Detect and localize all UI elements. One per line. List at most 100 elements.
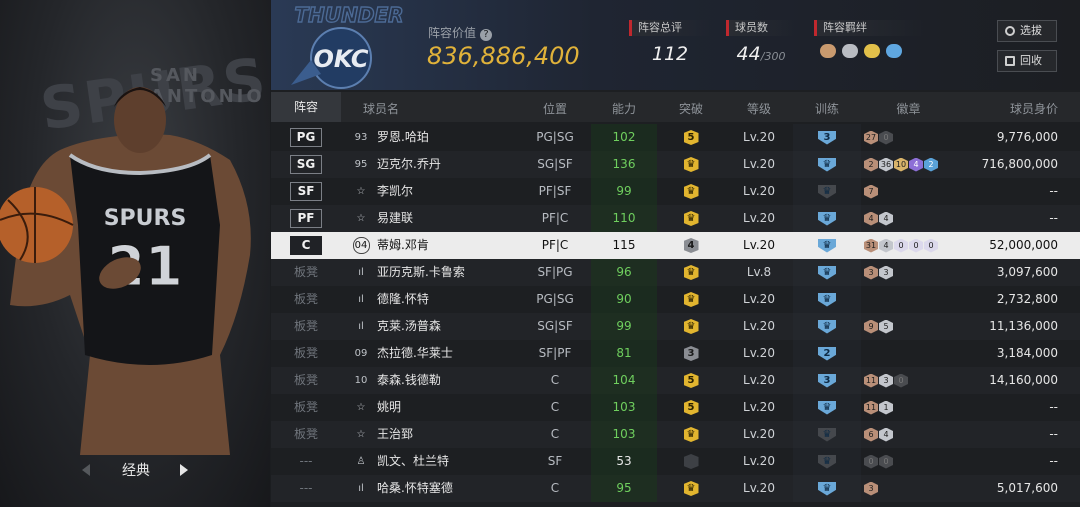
player-level: Lv.20 [743, 319, 775, 333]
player-style-nav: 经典 [0, 455, 270, 485]
table-row[interactable]: PF ☆ 易建联 PF|C 110 ♛ Lv.20 ♛ 4 4 -- [271, 205, 1080, 232]
breakthrough-cell[interactable]: ♛ [657, 205, 725, 232]
previous-arrow-icon[interactable] [82, 464, 90, 476]
col-breakthrough[interactable]: 突破 [657, 100, 725, 117]
breakthrough-cell[interactable]: ♛ [657, 286, 725, 313]
bond-icon[interactable] [864, 44, 880, 58]
breakthrough-cell[interactable]: ♛ [657, 421, 725, 448]
training-cell[interactable]: ♛ [793, 394, 861, 421]
breakthrough-cell[interactable]: ♛ [657, 178, 725, 205]
lineup-slot[interactable]: SF [271, 178, 341, 205]
lineup-slot[interactable]: 板凳 [271, 340, 341, 367]
bond-icon[interactable] [886, 44, 902, 58]
select-button[interactable]: 选拔 [997, 20, 1057, 42]
col-training[interactable]: 训练 [793, 100, 861, 117]
table-row[interactable]: 板凳 10 泰森.钱德勒 C 104 5 Lv.20 3 11 3 0 14,160,000 [271, 367, 1080, 394]
bond-icons[interactable] [814, 44, 924, 58]
col-value[interactable]: 球员身价 [991, 100, 1058, 117]
badges-cell[interactable]: 64 [861, 421, 956, 448]
player-value: 52,000,000 [989, 238, 1058, 252]
badges-cell[interactable]: 95 [861, 313, 956, 340]
breakthrough-cell[interactable]: 5 [657, 124, 725, 151]
lineup-slot[interactable]: 板凳 [271, 367, 341, 394]
lineup-slot[interactable]: 板凳 [271, 313, 341, 340]
player-value: -- [1049, 400, 1058, 414]
badges-cell[interactable]: 31 4 0 0 0 [861, 232, 956, 259]
col-position[interactable]: 位置 [521, 100, 589, 117]
training-cell[interactable]: ♛ [793, 448, 861, 475]
breakthrough-icon: ♛ [683, 184, 699, 199]
breakthrough-cell[interactable]: ♛ [657, 313, 725, 340]
training-cell[interactable]: 3 [793, 124, 861, 151]
badges-cell[interactable]: 27 0 [861, 124, 956, 151]
badges-cell[interactable] [861, 340, 956, 367]
col-badges[interactable]: 徽章 [861, 100, 956, 117]
col-lineup[interactable]: 阵容 [271, 92, 341, 122]
col-level[interactable]: 等级 [725, 100, 793, 117]
player-level: Lv.20 [743, 481, 775, 495]
training-cell[interactable]: ♛ [793, 205, 861, 232]
badges-cell[interactable]: 3 [861, 475, 956, 502]
lineup-slot[interactable]: SG [271, 151, 341, 178]
table-row[interactable]: SF ☆ 李凯尔 PF|SF 99 ♛ Lv.20 ♛ 7 -- [271, 178, 1080, 205]
table-row[interactable]: 板凳 09 杰拉德.华莱士 SF|PF 81 3 Lv.20 2 3,184,000 [271, 340, 1080, 367]
badges-cell[interactable]: 11 1 [861, 394, 956, 421]
bond-icon[interactable] [842, 44, 858, 58]
lineup-slot[interactable]: 板凳 [271, 421, 341, 448]
table-row[interactable]: 板凳 ıl 亚历克斯.卡鲁索 SF|PG 96 ♛ Lv.8 ♛ 3 3 3,097,600 [271, 259, 1080, 286]
col-name[interactable]: 球员名 [351, 100, 411, 117]
badges-cell[interactable]: 11 3 0 [861, 367, 956, 394]
training-cell[interactable]: 2 [793, 340, 861, 367]
breakthrough-cell[interactable]: 4 [657, 232, 725, 259]
lineup-slot[interactable]: PF [271, 205, 341, 232]
table-row[interactable]: 板凳 ıl 克莱.汤普森 SG|SF 99 ♛ Lv.20 ♛ 9 5 11,136,000 [271, 313, 1080, 340]
col-ability[interactable]: 能力 [591, 100, 657, 117]
lineup-slot[interactable]: --- [271, 448, 341, 475]
lineup-slot[interactable]: C [271, 232, 341, 259]
lineup-slot[interactable]: PG [271, 124, 341, 151]
training-cell[interactable]: ♛ [793, 151, 861, 178]
bond-icon[interactable] [820, 44, 836, 58]
badges-cell[interactable]: 33 [861, 259, 956, 286]
lineup-slot[interactable]: --- [271, 475, 341, 502]
lineup-value-label: 阵容价值? [428, 24, 493, 41]
player-number-icon: 93 [354, 131, 368, 143]
table-row[interactable]: C 04 蒂姆.邓肯 PF|C 115 4 Lv.20 ♛ 31 4 0 0 0 52,000,000 [271, 232, 1080, 259]
breakthrough-cell[interactable]: ♛ [657, 259, 725, 286]
lineup-slot[interactable]: 板凳 [271, 286, 341, 313]
next-arrow-icon[interactable] [180, 464, 188, 476]
training-cell[interactable]: ♛ [793, 259, 861, 286]
table-row[interactable]: --- ♙ 凯文、杜兰特 SF 53- Lv.20 ♛ 0 0 -- [271, 448, 1080, 475]
lineup-slot[interactable]: 板凳 [271, 394, 341, 421]
badges-cell[interactable] [861, 286, 956, 313]
training-cell[interactable]: ♛ [793, 421, 861, 448]
table-row[interactable]: PG 93 罗恩.哈珀 PG|SG 102 5 Lv.20 3 27 0 9,776,000 [271, 124, 1080, 151]
badges-cell[interactable]: 2 36 10 4 2 [861, 151, 956, 178]
table-row[interactable]: SG 95 迈克尔.乔丹 SG|SF 136 ♛ Lv.20 ♛ 2 36 10 4 2 716,800,… [271, 151, 1080, 178]
breakthrough-cell[interactable]: - [657, 448, 725, 475]
badges-cell[interactable]: 44 [861, 205, 956, 232]
breakthrough-cell[interactable]: 3 [657, 340, 725, 367]
table-row[interactable]: 板凳 ☆ 姚明 C 103 5 Lv.20 ♛ 11 1 -- [271, 394, 1080, 421]
recycle-button[interactable]: 回收 [997, 50, 1057, 72]
table-row[interactable]: 板凳 ☆ 王治郅 C 103 ♛ Lv.20 ♛ 6 4 -- [271, 421, 1080, 448]
training-cell[interactable]: ♛ [793, 286, 861, 313]
table-row[interactable]: 板凳 ıl 德隆.怀特 PG|SG 90 ♛ Lv.20 ♛ 2,732,800 [271, 286, 1080, 313]
badge-icon: 27 [864, 130, 878, 145]
training-cell[interactable]: ♛ [793, 313, 861, 340]
breakthrough-cell[interactable]: ♛ [657, 475, 725, 502]
training-cell[interactable]: 3 [793, 367, 861, 394]
table-row[interactable]: --- ıl 哈桑.怀特塞德 C 95 ♛ Lv.20 ♛ 3 5,017,600 [271, 475, 1080, 502]
training-cell[interactable]: ♛ [793, 232, 861, 259]
training-cell[interactable]: ♛ [793, 475, 861, 502]
help-icon[interactable]: ? [480, 29, 493, 41]
lineup-slot[interactable]: 板凳 [271, 259, 341, 286]
player-number-icon: ıl [358, 293, 364, 305]
training-cell[interactable]: ♛ [793, 178, 861, 205]
breakthrough-cell[interactable]: 5 [657, 367, 725, 394]
breakthrough-cell[interactable]: ♛ [657, 151, 725, 178]
badges-cell[interactable]: 7 [861, 178, 956, 205]
breakthrough-cell[interactable]: 5 [657, 394, 725, 421]
badges-cell[interactable]: 00 [861, 448, 956, 475]
player-position: SG|SF [537, 157, 573, 171]
